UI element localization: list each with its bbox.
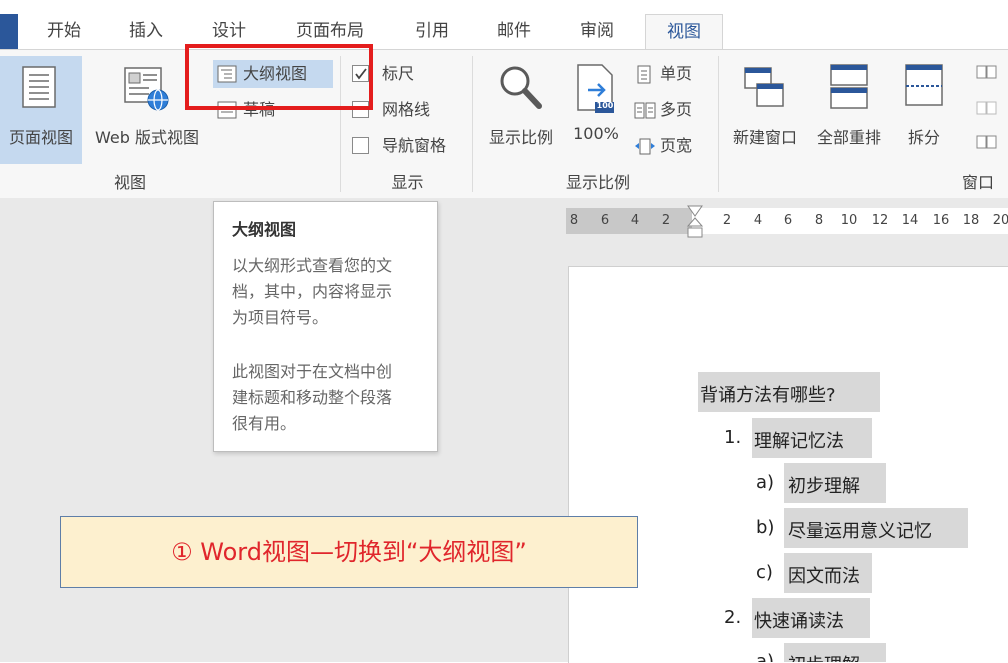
web-layout-icon	[124, 67, 169, 111]
zoom-group-label: 显示比例	[565, 173, 630, 192]
multiple-pages-icon	[634, 102, 656, 119]
group-divider	[718, 56, 719, 192]
tab-home[interactable]: 开始	[30, 14, 98, 49]
nav-pane-label: 导航窗格	[382, 136, 447, 155]
outline-highlight-box	[185, 44, 373, 110]
tooltip-line: 很有用。	[232, 414, 297, 433]
horizontal-ruler[interactable]: 8 6 4 2 2 4 6 8 10 12 14 16 18 20	[566, 205, 1008, 238]
ribbon-tab-bar: 开始 插入 设计 页面布局 引用 邮件 审阅 视图	[0, 0, 1008, 50]
split-label: 拆分	[907, 128, 940, 147]
outline-item-number: b)	[756, 517, 775, 538]
ribbon: 页面视图 Web 版式视图 大纲视图 草稿 视图 标尺 网格线 导航窗格 显示 …	[0, 49, 1008, 199]
nav-pane-checkbox[interactable]: 导航窗格	[352, 132, 462, 160]
tab-references[interactable]: 引用	[398, 14, 466, 49]
outline-item[interactable]: 初步理解	[788, 651, 860, 662]
split-button[interactable]: 拆分	[892, 56, 956, 164]
zoom-label: 显示比例	[488, 128, 553, 147]
tooltip-line: 建标题和移动整个段落	[232, 388, 393, 407]
outline-item[interactable]: 快速诵读法	[754, 607, 844, 633]
clipped-outline-row: a) 初步理解	[756, 643, 896, 662]
zoom-100-label: 100%	[573, 124, 619, 143]
arrange-all-icon	[830, 64, 868, 109]
zoom-button[interactable]: 显示比例	[480, 56, 562, 164]
print-layout-icon	[22, 66, 56, 108]
multiple-pages-label: 多页	[660, 100, 693, 119]
group-divider	[472, 56, 473, 192]
tab-review[interactable]: 审阅	[563, 14, 631, 49]
tooltip-line: 此视图对于在文档中创	[232, 362, 393, 381]
views-group-label: 视图	[113, 173, 146, 192]
ruler-tick: 12	[871, 213, 889, 228]
outline-item-number: c)	[756, 562, 773, 583]
window-group-label: 窗口	[961, 173, 994, 192]
tooltip-line: 以大纲形式查看您的文	[232, 256, 393, 275]
window-small-icons[interactable]	[974, 64, 1000, 154]
nav-pane-check-box[interactable]	[352, 137, 369, 154]
arrange-all-button[interactable]: 全部重排	[808, 56, 890, 164]
outline-item-number: a)	[756, 651, 775, 662]
zoom-100-button[interactable]: 100 100%	[566, 56, 626, 164]
ruler-tick: 10	[840, 213, 858, 228]
ruler-tick: 6	[783, 213, 793, 228]
tooltip-line: 档，其中，内容将显示	[232, 282, 393, 301]
ruler-tick: 8	[814, 213, 824, 228]
print-layout-button[interactable]: 页面视图	[0, 56, 82, 164]
page-width-icon	[635, 138, 655, 155]
file-tab-edge[interactable]	[0, 14, 18, 49]
one-page-button[interactable]: 单页	[630, 60, 710, 88]
outline-item[interactable]: 因文而法	[788, 562, 860, 588]
show-group-label: 显示	[391, 173, 424, 192]
tooltip-title: 大纲视图	[232, 220, 297, 239]
tab-mailings[interactable]: 邮件	[480, 14, 548, 49]
one-page-icon	[637, 65, 651, 84]
tab-view[interactable]: 视图	[645, 14, 723, 50]
new-window-button[interactable]: 新建窗口	[724, 56, 806, 164]
tooltip-line: 为项目符号。	[232, 308, 329, 327]
instruction-callout: ① Word视图—切换到“大纲视图”	[60, 516, 638, 588]
ruler-tick: 2	[661, 213, 671, 228]
ruler-label: 标尺	[382, 64, 415, 83]
magnifier-icon	[500, 66, 542, 109]
new-window-label: 新建窗口	[732, 128, 797, 147]
outline-view-tooltip: 大纲视图 以大纲形式查看您的文 档，其中，内容将显示 为项目符号。 此视图对于在…	[213, 201, 438, 452]
page-width-label: 页宽	[660, 136, 693, 155]
indent-marker-icon[interactable]	[686, 204, 704, 244]
one-page-label: 单页	[660, 64, 693, 83]
web-layout-label: Web 版式视图	[95, 128, 199, 147]
ruler-tick: 4	[630, 213, 640, 228]
new-window-icon	[744, 67, 784, 107]
page-width-button[interactable]: 页宽	[630, 132, 710, 160]
ruler-tick: 4	[753, 213, 763, 228]
zoom-100-badge: 100	[596, 101, 614, 110]
ruler-tick: 14	[901, 213, 919, 228]
ruler-tick: 20	[992, 213, 1008, 228]
multiple-pages-button[interactable]: 多页	[630, 96, 710, 124]
outline-item-number: a)	[756, 472, 775, 493]
arrange-all-label: 全部重排	[816, 128, 881, 147]
ruler-tick: 18	[962, 213, 980, 228]
ruler-tick: 6	[600, 213, 610, 228]
outline-item[interactable]: 理解记忆法	[754, 427, 844, 453]
gridlines-label: 网格线	[382, 100, 431, 119]
outline-item[interactable]: 尽量运用意义记忆	[788, 517, 932, 543]
outline-item-number: 1.	[724, 427, 742, 448]
ruler-tick: 2	[722, 213, 732, 228]
print-layout-label: 页面视图	[8, 128, 73, 147]
window-small-buttons	[974, 64, 1004, 164]
outline-item[interactable]: 初步理解	[788, 472, 860, 498]
outline-heading[interactable]: 背诵方法有哪些?	[700, 381, 836, 407]
ruler-tick: 16	[932, 213, 950, 228]
ruler-tick: 8	[569, 213, 579, 228]
outline-item-number: 2.	[724, 607, 742, 628]
tab-insert[interactable]: 插入	[112, 14, 180, 49]
split-icon	[905, 64, 943, 106]
